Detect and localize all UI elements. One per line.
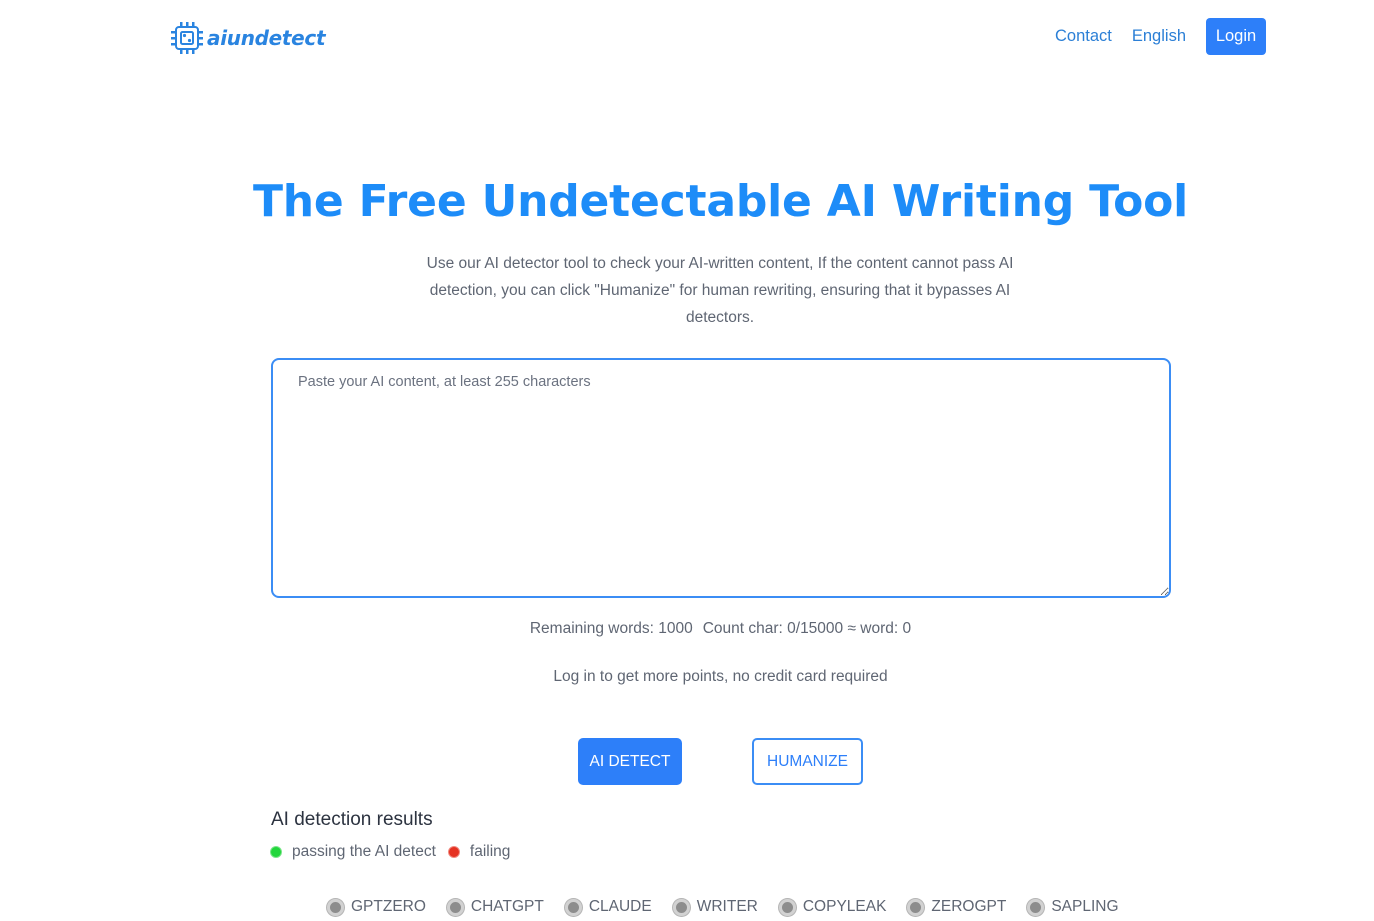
ai-detect-button[interactable]: AI DETECT (578, 738, 682, 785)
detector-claude: CLAUDE (564, 898, 652, 916)
results-legend: passing the AI detect failing (270, 843, 510, 861)
detector-list: GPTZERO CHATGPT CLAUDE WRITER COPYLEAK Z… (327, 898, 1140, 916)
detector-label: CHATGPT (470, 898, 544, 915)
results-title: AI detection results (271, 809, 433, 830)
nav-contact-link[interactable]: Contact (1055, 18, 1112, 55)
detector-label: WRITER (696, 898, 758, 915)
humanize-button[interactable]: HUMANIZE (752, 738, 863, 785)
detector-label: SAPLING (1051, 898, 1119, 915)
content-input[interactable] (271, 358, 1171, 598)
status-dot-icon (778, 898, 796, 916)
detector-label: COPYLEAK (802, 898, 887, 915)
word-counter: Remaining words: 1000 Count char: 0/15000… (0, 620, 1374, 638)
detector-chatgpt: CHATGPT (446, 898, 544, 916)
status-dot-icon (327, 898, 344, 916)
page-title: The Free Undetectable AI Writing Tool (252, 176, 1189, 227)
detector-label: ZEROGPT (931, 898, 1007, 915)
detector-zerogpt: ZEROGPT (907, 898, 1006, 916)
detector-copyleak: COPYLEAK (778, 898, 887, 916)
char-count: Count char: 0/15000 ≈ word: 0 (702, 620, 912, 637)
brand-logo[interactable]: aiundetect (170, 21, 326, 55)
detector-sapling: SAPLING (1027, 898, 1119, 916)
detector-label: GPTZERO (351, 898, 426, 915)
status-dot-icon (672, 898, 690, 916)
detector-gptzero: GPTZERO (327, 898, 426, 916)
detector-writer: WRITER (672, 898, 758, 916)
login-button[interactable]: Login (1206, 18, 1266, 55)
chip-icon (171, 22, 203, 54)
legend-pass-label: passing the AI detect (292, 843, 436, 860)
top-nav: Contact English Login (1055, 18, 1266, 55)
language-selector[interactable]: English (1132, 18, 1186, 55)
pass-indicator-icon (270, 846, 282, 858)
detector-label: CLAUDE (588, 898, 652, 915)
status-dot-icon (1027, 898, 1045, 916)
page-subtitle: Use our AI detector tool to check your A… (426, 255, 1014, 326)
page: aiundetect Contact English Login The Fre… (0, 0, 1374, 921)
fail-indicator-icon (447, 846, 460, 858)
status-dot-icon (907, 898, 925, 916)
legend-fail-label: failing (469, 843, 511, 860)
status-dot-icon (564, 898, 582, 916)
status-dot-icon (446, 898, 464, 916)
remaining-words: Remaining words: 1000 (529, 620, 693, 637)
login-hint: Log in to get more points, no credit car… (553, 668, 888, 685)
brand-name: aiundetect (207, 26, 326, 50)
